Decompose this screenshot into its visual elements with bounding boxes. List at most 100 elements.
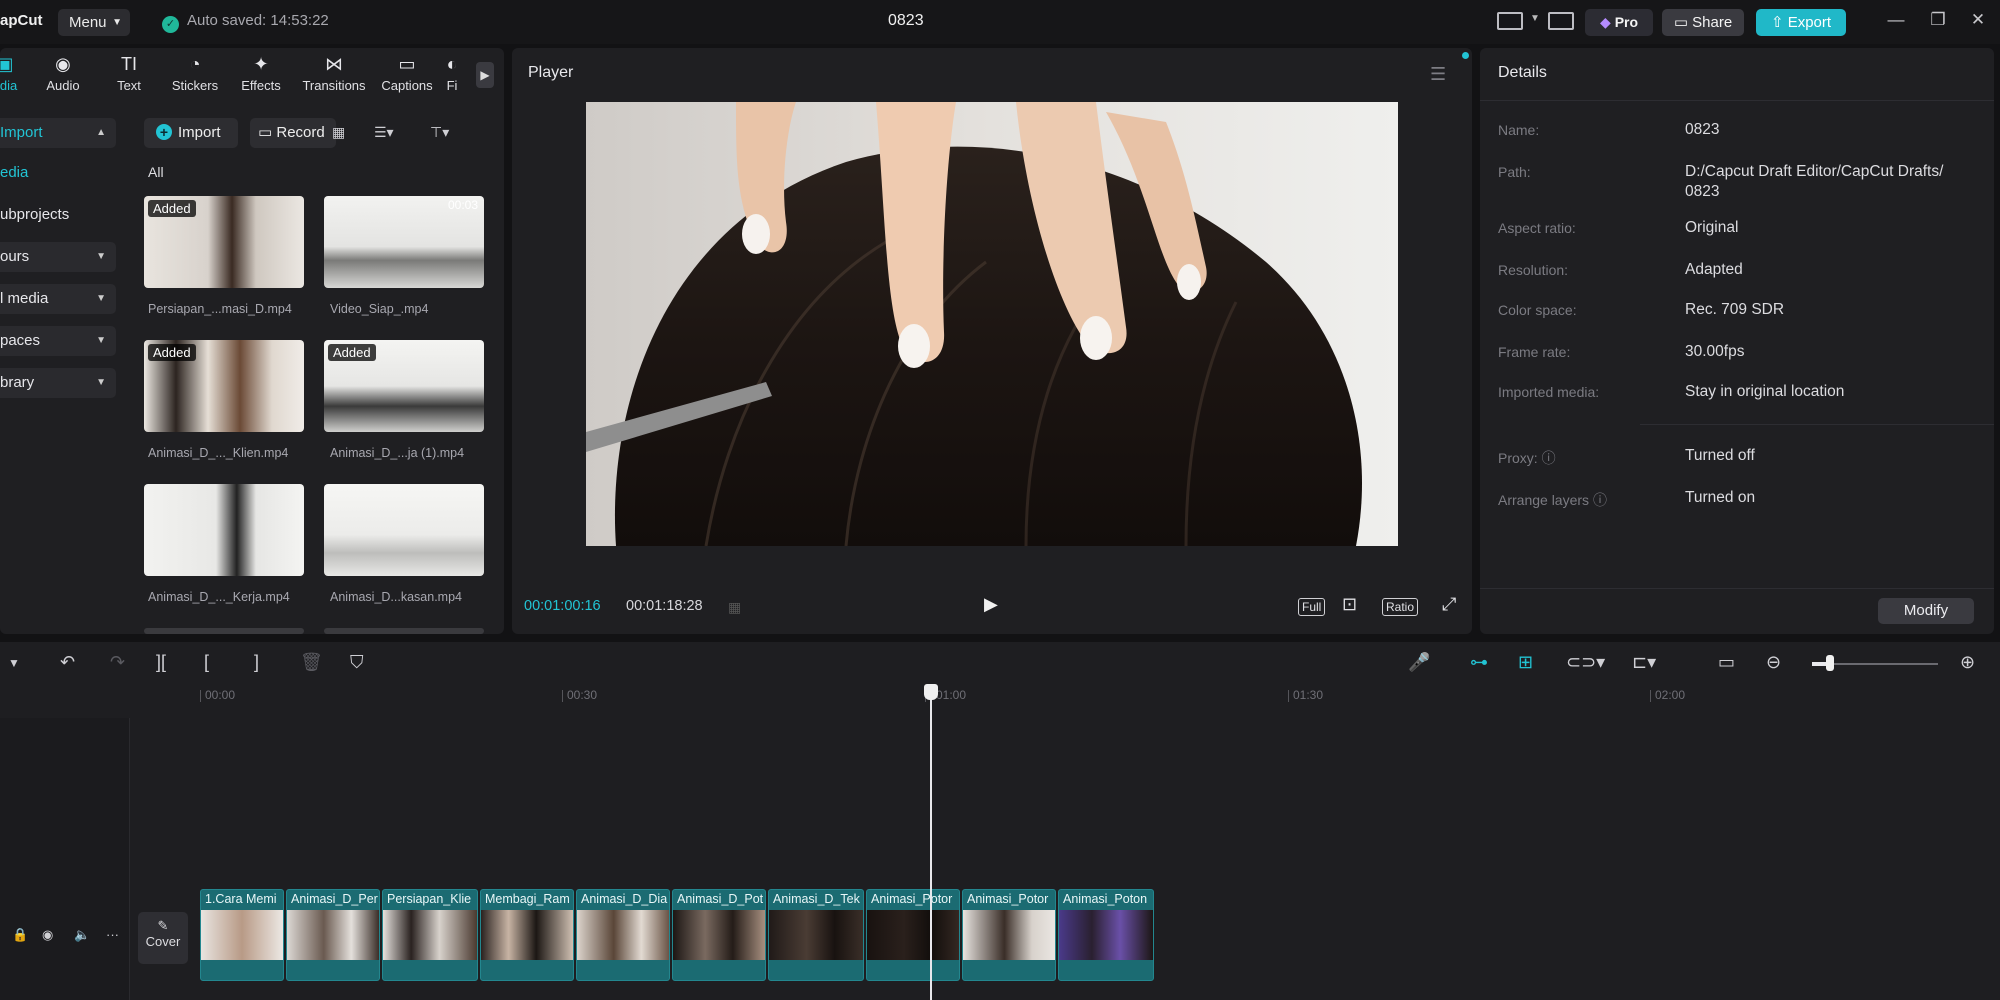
media-thumbnail[interactable] (144, 628, 304, 634)
fullscreen-icon[interactable]: ⤢ (1442, 594, 1456, 615)
filter-icon[interactable]: ⊤▾ (430, 124, 449, 141)
clip-label: Animasi_D_Dia (581, 892, 668, 906)
nav-media[interactable]: edia (0, 158, 116, 188)
timeline-clip[interactable]: Animasi_D_Tek (768, 889, 864, 981)
auto-snap-icon[interactable]: ⊞ (1518, 652, 1533, 673)
restore-icon[interactable]: ❐ (1926, 10, 1950, 30)
sort-icon[interactable]: ☰▾ (374, 124, 394, 141)
modify-button[interactable]: Modify (1878, 598, 1974, 624)
zoom-slider-handle[interactable] (1826, 655, 1834, 671)
nav-subprojects[interactable]: ubprojects (0, 200, 116, 230)
play-icon[interactable]: ▶ (984, 594, 998, 615)
menu-icon[interactable]: ☰ (1430, 64, 1446, 85)
timeline-clip[interactable]: Persiapan_Klie (382, 889, 478, 981)
tab-transitions[interactable]: ⋈ Transitions (298, 54, 370, 93)
detail-value: 0823 (1685, 121, 1720, 138)
chevron-down-icon[interactable]: ▼ (1530, 13, 1540, 24)
clip-frames (481, 910, 573, 960)
full-button[interactable]: Full (1298, 598, 1326, 616)
media-thumbnail[interactable]: Added (144, 340, 304, 432)
undo-icon[interactable]: ↶ (60, 652, 75, 673)
menu-label: Menu (69, 14, 107, 31)
time-ruler[interactable] (0, 686, 2000, 716)
eye-icon[interactable]: ◉ (42, 927, 53, 943)
share-button[interactable]: ▭ Share (1662, 9, 1744, 36)
timeline-clip[interactable]: Animasi_Poton (1058, 889, 1154, 981)
timeline-clip[interactable]: 1.Cara Memi (200, 889, 284, 981)
help-icon[interactable]: ⓘ (1542, 450, 1556, 466)
playhead-handle[interactable] (924, 684, 938, 700)
playhead[interactable] (930, 686, 932, 1000)
link-icon[interactable]: ⊂⊃▾ (1566, 652, 1605, 673)
tab-audio[interactable]: ◉ Audio (30, 54, 96, 93)
chevron-down-icon[interactable]: ▼ (8, 656, 20, 670)
timeline-clip[interactable]: Animasi_D_Per (286, 889, 380, 981)
media-thumbnail[interactable]: 00:03 (324, 196, 484, 288)
minimize-icon[interactable]: — (1884, 10, 1908, 30)
player-panel: Player ☰ 00:01:00:16 00:01:18:28 ▦ ▶ Ful… (512, 48, 1472, 634)
check-icon: ✓ (162, 16, 179, 33)
menu-button[interactable]: Menu ▼ (58, 9, 130, 36)
tab-text[interactable]: TI Text (96, 54, 162, 93)
camera-icon: ▭ (258, 124, 273, 141)
layout-icon[interactable] (1497, 12, 1523, 30)
redo-icon[interactable]: ↷ (110, 652, 125, 673)
trim-right-icon[interactable]: ] (254, 652, 259, 673)
trim-left-icon[interactable]: [ (204, 652, 209, 673)
chevron-right-icon[interactable]: ▶ (476, 62, 494, 88)
ratio-button[interactable]: Ratio (1382, 598, 1419, 616)
media-thumbnail[interactable]: Added (144, 196, 304, 288)
grid-icon[interactable]: ▦ (728, 599, 741, 616)
diamond-icon: ◆ (1599, 14, 1611, 30)
captions-tool-icon[interactable]: ▭ (1718, 652, 1735, 673)
tab-captions[interactable]: ▭ Captions (374, 54, 440, 93)
shortcuts-icon[interactable] (1548, 12, 1574, 30)
tab-effects[interactable]: ✦ Effects (228, 54, 294, 93)
nav-spaces[interactable]: paces ▼ (0, 326, 116, 356)
timeline-clip[interactable]: Animasi_D_Pot (672, 889, 766, 981)
export-button[interactable]: ⇧ Export (1756, 9, 1846, 36)
tab-stickers[interactable]: ◔ Stickers (162, 54, 228, 93)
ruler-tick (562, 690, 563, 702)
clip-label: Membagi_Ram (485, 892, 570, 906)
delete-icon[interactable]: 🗑 (300, 652, 323, 673)
media-thumbnail[interactable]: Added (324, 340, 484, 432)
record-button[interactable]: ▭ Record (250, 118, 336, 148)
grid-view-icon[interactable]: ▦ (332, 124, 345, 141)
nav-import[interactable]: Import ▲ (0, 118, 116, 148)
video-preview[interactable] (586, 102, 1398, 546)
tab-filters[interactable]: ◐ Fi (432, 54, 472, 93)
preview-axis-icon[interactable]: ⊏▾ (1632, 652, 1656, 673)
pro-button[interactable]: ◆ Pro (1585, 9, 1653, 36)
media-thumbnail[interactable] (324, 484, 484, 576)
import-button[interactable]: + Import (144, 118, 238, 148)
timeline-clip[interactable]: Membagi_Ram (480, 889, 574, 981)
zoom-fit-icon[interactable]: ⊡ (1342, 594, 1357, 615)
more-icon[interactable]: ··· (106, 927, 119, 942)
main-track-magnet-icon[interactable]: ⊶ (1470, 652, 1488, 673)
filter-all-label[interactable]: All (148, 164, 164, 180)
nav-yours[interactable]: ours ▼ (0, 242, 116, 272)
timeline-clip[interactable]: Animasi_Potor (866, 889, 960, 981)
media-thumbnail[interactable] (324, 628, 484, 634)
microphone-icon[interactable]: 🎤 (1408, 652, 1430, 673)
marker-icon[interactable]: ⛉ (350, 652, 364, 673)
detail-key-text: Proxy: (1498, 450, 1538, 466)
clip-label: Animasi_Poton (1063, 892, 1148, 906)
zoom-in-icon[interactable]: ⊕ (1960, 652, 1975, 673)
nav-library[interactable]: brary ▼ (0, 368, 116, 398)
timeline-clip[interactable]: Animasi_D_Dia (576, 889, 670, 981)
zoom-out-icon[interactable]: ⊖ (1766, 652, 1781, 673)
close-icon[interactable]: ✕ (1966, 10, 1990, 30)
speaker-icon[interactable]: 🔈 (74, 927, 90, 943)
help-icon[interactable]: ⓘ (1593, 492, 1607, 508)
nav-ai-media[interactable]: l media ▼ (0, 284, 116, 314)
media-thumbnail[interactable] (144, 484, 304, 576)
import-label: Import (178, 124, 221, 141)
timeline-clip[interactable]: Animasi_Potor (962, 889, 1056, 981)
cover-button[interactable]: ✎ Cover (138, 912, 188, 964)
lock-icon[interactable]: 🔒 (12, 927, 28, 943)
split-icon[interactable]: ][ (156, 652, 166, 673)
pro-label: Pro (1614, 14, 1639, 30)
ruler-label: 02:00 (1655, 688, 1686, 702)
